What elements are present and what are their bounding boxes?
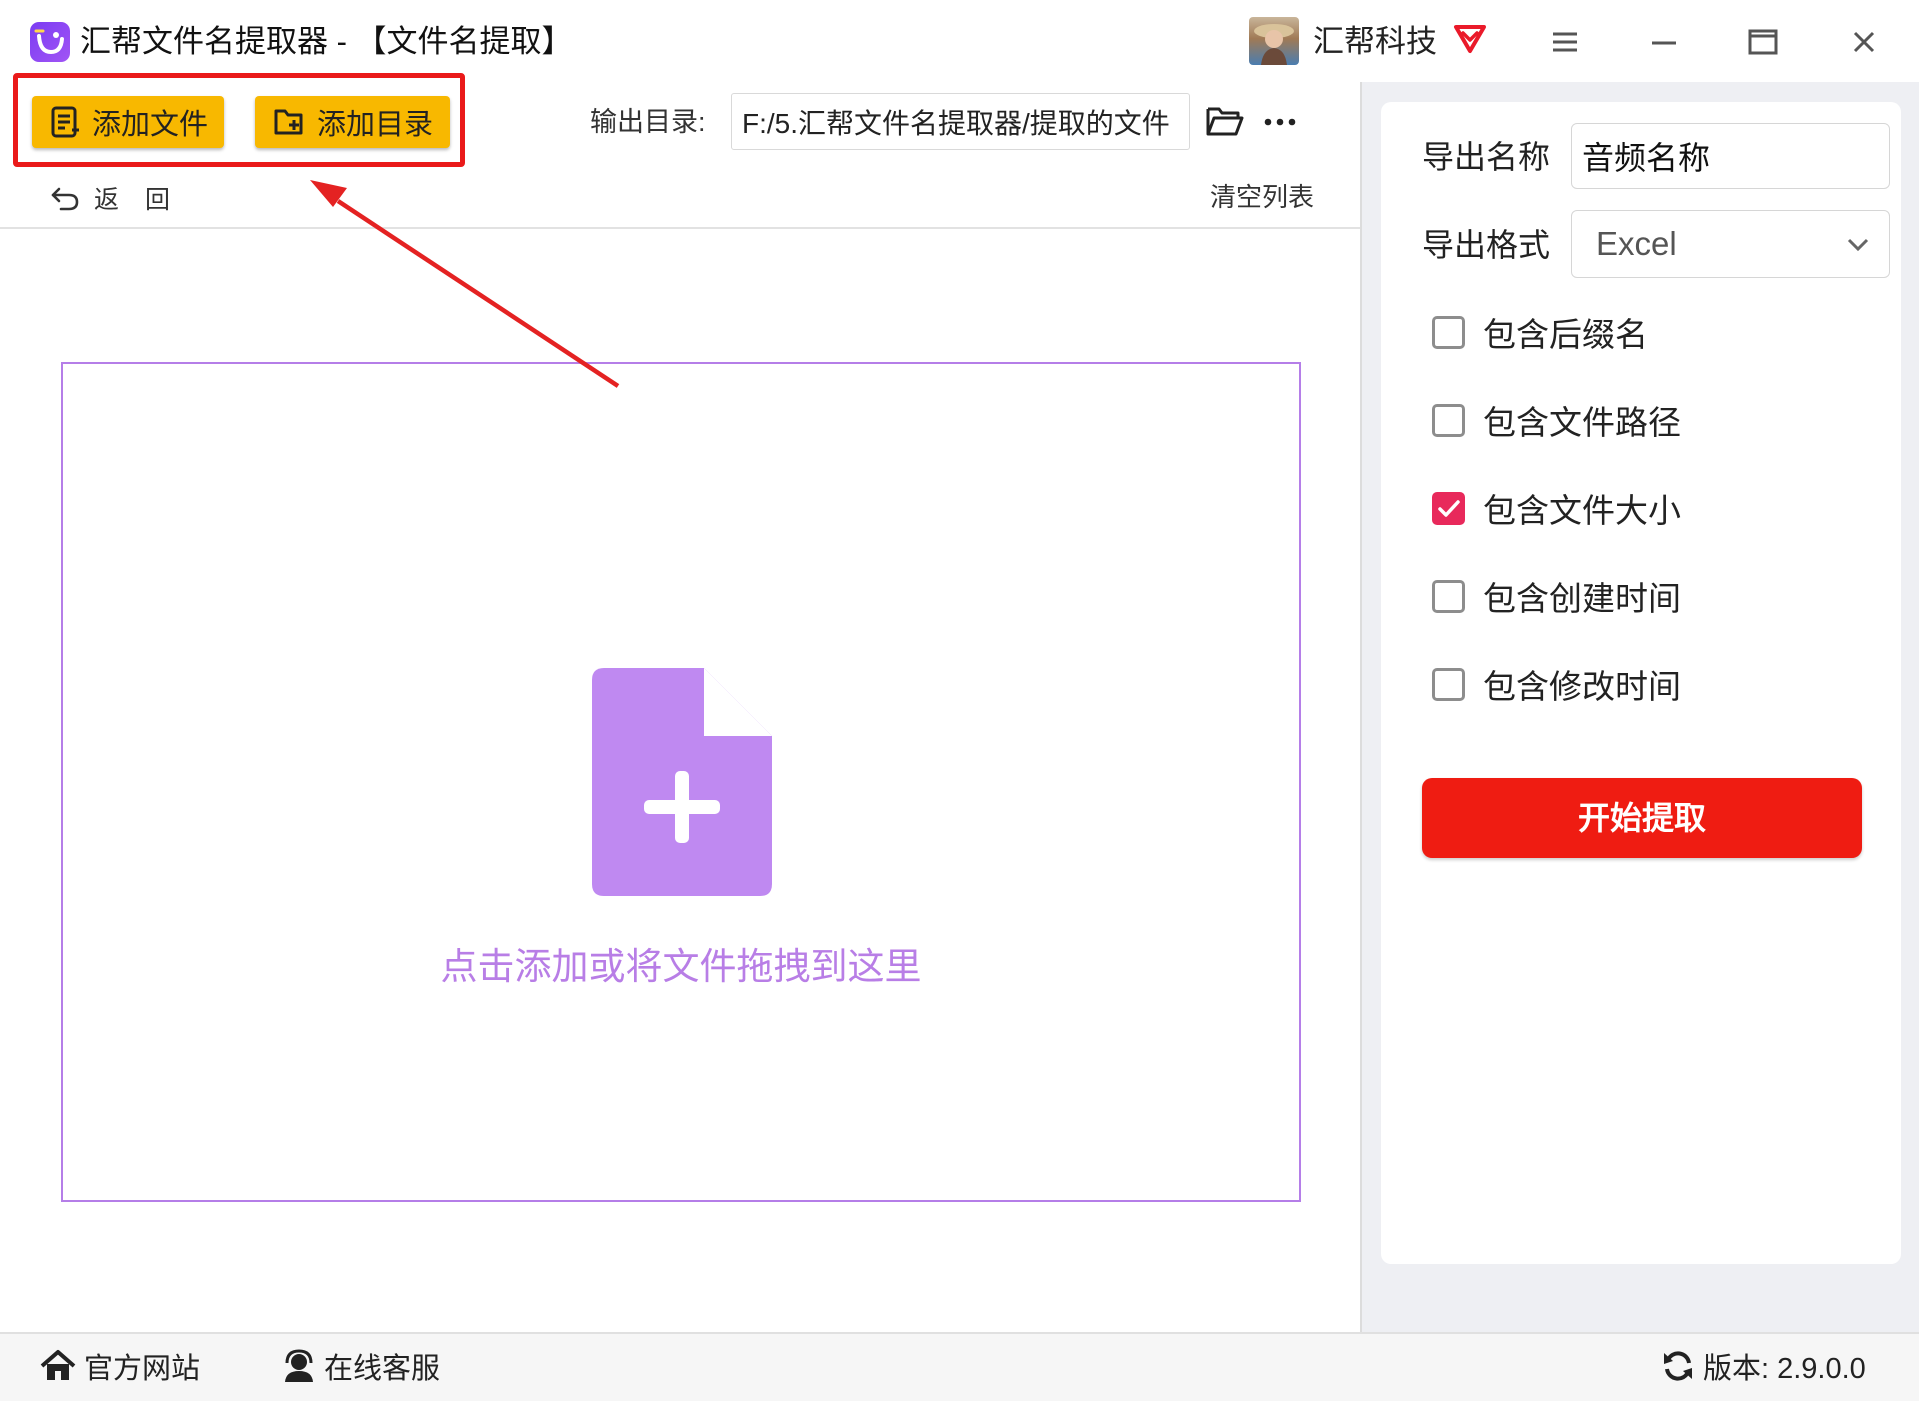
refresh-icon[interactable] [1661,1349,1695,1383]
version-info: 版本: 2.9.0.0 [1661,1346,1866,1386]
add-directory-button[interactable]: 添加目录 [255,96,450,148]
add-directory-label: 添加目录 [317,109,434,141]
online-service-label: 在线客服 [324,1353,441,1385]
checkbox-include-modified-time[interactable] [1432,667,1465,701]
checkmark-icon [1438,499,1460,517]
panel-divider [1360,82,1362,1332]
version-text: 版本: 2.9.0.0 [1703,1353,1866,1385]
option-label: 包含修改时间 [1483,668,1681,705]
option-include-size[interactable]: 包含文件大小 [1432,486,1681,530]
vip-diamond-icon[interactable] [1452,19,1488,55]
option-label: 包含后缀名 [1483,316,1648,353]
export-name-input[interactable] [1571,123,1890,189]
close-icon[interactable] [1848,26,1880,58]
official-site-link[interactable]: 官方网站 [40,1346,200,1386]
more-dots-icon[interactable] [1262,108,1298,136]
app-logo-icon [30,22,70,62]
folder-add-icon [273,106,307,138]
option-label: 包含文件路径 [1483,404,1681,441]
user-name: 汇帮科技 [1313,24,1437,59]
option-label: 包含文件大小 [1483,492,1681,529]
clear-list-button[interactable]: 清空列表 [1210,178,1314,216]
undo-arrow-icon [50,184,80,212]
window-title: 汇帮文件名提取器 - 【文件名提取】 [80,24,573,59]
maximize-icon[interactable] [1747,26,1779,58]
checkbox-include-created-time[interactable] [1432,579,1465,613]
online-service-link[interactable]: 在线客服 [282,1346,440,1386]
official-site-label: 官方网站 [84,1353,201,1385]
start-extract-button[interactable]: 开始提取 [1422,778,1862,858]
home-icon [40,1349,76,1383]
toolbar-divider [0,227,1362,229]
drop-hint-text: 点击添加或将文件拖拽到这里 [440,946,922,987]
back-button[interactable]: 返回 [50,178,196,218]
file-list-icon [50,105,82,139]
option-include-path[interactable]: 包含文件路径 [1432,398,1681,442]
export-format-value: Excel [1596,225,1677,262]
chevron-down-icon [1845,234,1871,254]
back-label: 返回 [94,186,197,214]
minimize-icon[interactable] [1648,26,1680,58]
user-avatar[interactable] [1249,17,1299,65]
option-label: 包含创建时间 [1483,580,1681,617]
option-include-modified-time[interactable]: 包含修改时间 [1432,662,1681,706]
output-dir-label: 输出目录: [590,107,706,137]
export-format-label: 导出格式 [1422,227,1551,263]
output-dir-input[interactable] [731,93,1190,150]
headset-icon [282,1349,316,1383]
option-include-created-time[interactable]: 包含创建时间 [1432,574,1681,618]
file-plus-icon[interactable] [592,668,772,896]
hamburger-menu-icon[interactable] [1549,26,1581,58]
checkbox-include-size[interactable] [1432,491,1465,525]
export-format-select[interactable]: Excel [1571,210,1890,278]
checkbox-include-path[interactable] [1432,403,1465,437]
add-file-label: 添加文件 [92,109,209,141]
export-name-label: 导出名称 [1422,139,1551,175]
folder-open-icon[interactable] [1205,104,1245,138]
option-include-extension[interactable]: 包含后缀名 [1432,310,1648,354]
add-file-button[interactable]: 添加文件 [32,96,224,148]
checkbox-include-extension[interactable] [1432,315,1465,349]
